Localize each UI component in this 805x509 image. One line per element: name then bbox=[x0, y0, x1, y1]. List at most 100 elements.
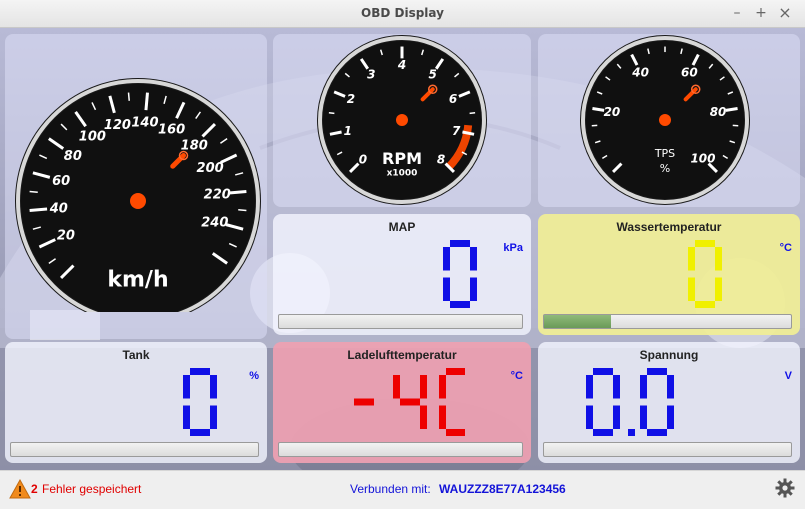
gauge-unit-label: RPM bbox=[382, 149, 422, 168]
charge-air-temp-bar bbox=[278, 442, 523, 457]
display-segment bbox=[393, 375, 400, 399]
gauge-unit-label: km/h bbox=[107, 267, 168, 292]
gauge-tick bbox=[469, 112, 476, 115]
display-segment bbox=[647, 429, 667, 436]
gauge-tick bbox=[592, 107, 605, 112]
gauge-tick-label: 80 bbox=[710, 105, 727, 119]
gauge-tick-label: 6 bbox=[449, 92, 457, 106]
error-text[interactable]: Fehler gespeichert bbox=[42, 482, 141, 496]
rpm-gauge: 01 23 4 56 78 RPMx1000 bbox=[317, 35, 487, 205]
display-segment bbox=[593, 368, 613, 375]
water-temp-title: Wassertemperatur bbox=[616, 220, 722, 234]
gauge-tick-label: 160 bbox=[158, 123, 185, 138]
display-segment bbox=[450, 240, 470, 247]
map-panel: MAP kPa bbox=[273, 214, 531, 335]
map-title: MAP bbox=[388, 220, 416, 234]
display-segment bbox=[190, 429, 210, 436]
gauge-hub bbox=[396, 114, 408, 126]
tank-title: Tank bbox=[122, 348, 150, 362]
display-segment bbox=[586, 375, 593, 399]
gauge-tick-label: 4 bbox=[397, 58, 406, 72]
gauge-tick-label: 8 bbox=[437, 152, 445, 166]
gauge-tick bbox=[238, 209, 247, 212]
gauge-tick-label: 200 bbox=[197, 161, 224, 176]
display-segment bbox=[443, 247, 450, 271]
gauge-tick-label: 20 bbox=[57, 228, 75, 243]
water-temp-unit: °C bbox=[779, 242, 792, 254]
display-segment bbox=[688, 277, 695, 301]
gear-icon[interactable] bbox=[775, 478, 795, 498]
display-segment bbox=[715, 247, 722, 271]
display-segment bbox=[640, 375, 647, 399]
gauge-tick-label: 100 bbox=[690, 151, 715, 165]
status-bar: 2 Fehler gespeichert Verbunden mit: WAUZ… bbox=[0, 470, 805, 509]
gauge-tick bbox=[144, 92, 149, 111]
gauge-tick-label: 60 bbox=[52, 174, 70, 189]
water-temp-panel: Wassertemperatur °C bbox=[538, 214, 800, 335]
display-segment bbox=[183, 375, 190, 399]
gauge-tick-label: 5 bbox=[429, 67, 437, 81]
maximize-button[interactable]: + bbox=[752, 4, 770, 22]
display-segment bbox=[446, 368, 465, 375]
charge-air-temp-unit: °C bbox=[510, 370, 523, 382]
map-value-display bbox=[443, 240, 477, 308]
gauge-tick-label: 20 bbox=[604, 105, 621, 119]
display-segment bbox=[613, 375, 620, 399]
voltage-value-display bbox=[586, 368, 674, 436]
display-segment bbox=[420, 405, 427, 429]
tank-bar bbox=[10, 442, 259, 457]
display-segment bbox=[446, 429, 465, 436]
tps-gauge: 20 40 60 80 100 TPS% bbox=[580, 35, 750, 205]
vehicle-vin: WAUZZZ8E77A123456 bbox=[439, 482, 566, 496]
display-segment bbox=[715, 277, 722, 301]
display-segment bbox=[667, 375, 674, 399]
voltage-bar bbox=[543, 442, 792, 457]
display-segment bbox=[400, 398, 420, 406]
gauge-tick bbox=[29, 207, 48, 212]
gauge-tick-label: 7 bbox=[452, 124, 461, 138]
gauge-tick bbox=[328, 112, 335, 115]
gauge-tick-label: 40 bbox=[631, 65, 649, 79]
charge-air-temp-title: Ladelufttemperatur bbox=[347, 348, 457, 362]
minimize-button[interactable]: – bbox=[728, 4, 746, 22]
gauge-tick bbox=[228, 190, 247, 195]
display-segment bbox=[439, 405, 446, 429]
gauge-sub-label: x1000 bbox=[387, 168, 418, 178]
gauge-tick-label: 240 bbox=[201, 215, 228, 230]
display-segment bbox=[667, 405, 674, 429]
gauge-tick-label: 220 bbox=[204, 188, 231, 203]
water-temp-bar bbox=[543, 314, 792, 329]
tank-value-display bbox=[183, 368, 217, 436]
gauge-tick-label: 2 bbox=[347, 92, 355, 106]
gauge-unit-label: TPS bbox=[654, 147, 675, 160]
error-count[interactable]: 2 bbox=[31, 482, 38, 496]
gauge-tick-label: 140 bbox=[131, 115, 158, 130]
gauge-tick-label: 100 bbox=[79, 130, 106, 145]
gauge-tick bbox=[725, 107, 738, 112]
tank-panel: Tank % bbox=[5, 342, 267, 463]
display-segment bbox=[470, 247, 477, 271]
display-segment bbox=[183, 405, 190, 429]
close-button[interactable]: × bbox=[776, 4, 794, 22]
speedometer-gauge: 20406080100120 140 160180200220240km/h bbox=[15, 78, 261, 312]
display-segment bbox=[443, 277, 450, 301]
water-temp-value-display bbox=[688, 240, 722, 308]
display-segment bbox=[354, 398, 374, 406]
gauge-tick-label: 60 bbox=[681, 65, 698, 79]
gauge-tick bbox=[127, 92, 130, 101]
display-segment bbox=[688, 247, 695, 271]
display-segment bbox=[439, 375, 446, 399]
voltage-title: Spannung bbox=[639, 348, 699, 362]
voltage-panel: Spannung V bbox=[538, 342, 800, 463]
gauge-tick-label: 3 bbox=[367, 67, 375, 81]
display-decimal-point bbox=[628, 429, 635, 436]
gauge-tick-label: 120 bbox=[104, 118, 131, 133]
display-segment bbox=[210, 375, 217, 399]
display-segment bbox=[586, 405, 593, 429]
warning-icon[interactable] bbox=[9, 479, 31, 499]
title-bar: OBD Display – + × bbox=[0, 0, 805, 28]
voltage-unit: V bbox=[784, 370, 792, 382]
display-segment bbox=[190, 368, 210, 375]
display-segment bbox=[647, 368, 667, 375]
map-bar bbox=[278, 314, 523, 329]
